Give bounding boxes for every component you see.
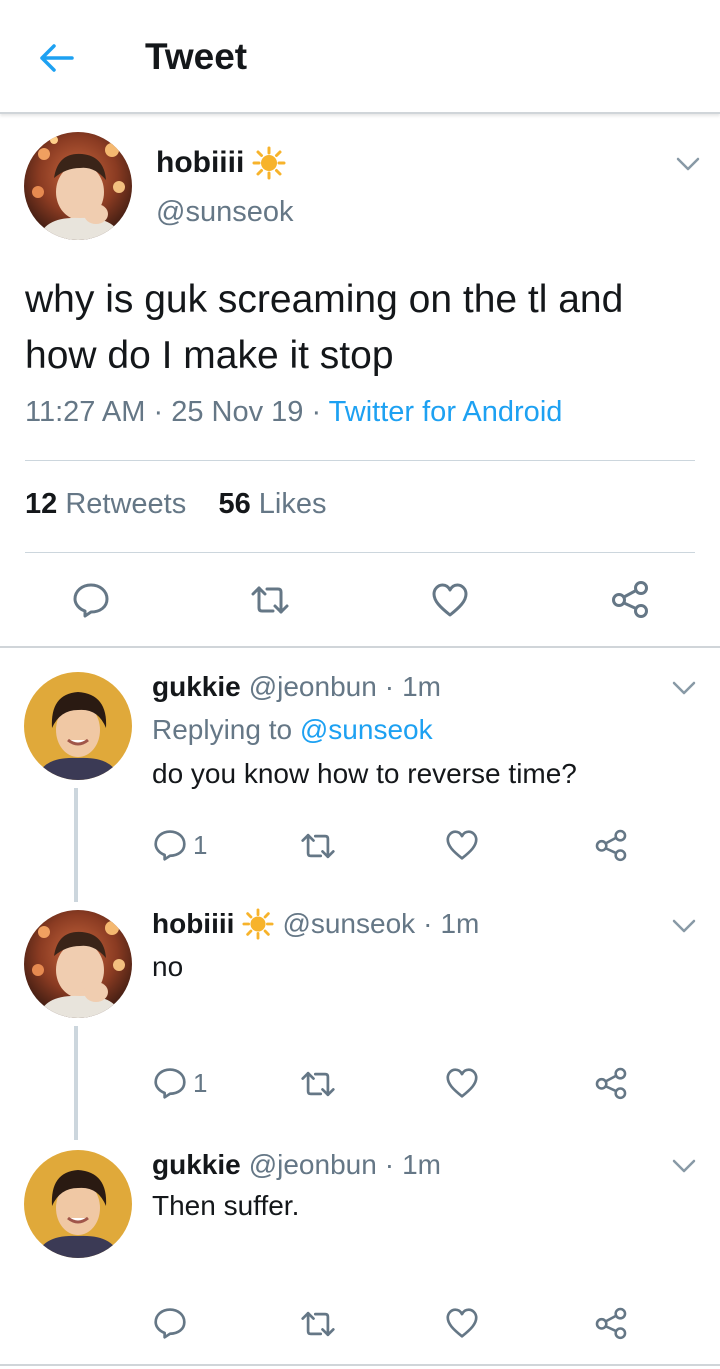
share-button[interactable] <box>594 828 628 862</box>
retweet-icon <box>301 1071 335 1097</box>
share-icon <box>595 1307 627 1340</box>
reply-header: gukkie @jeonbun · 1m <box>152 671 441 703</box>
author-name[interactable]: hobiiii <box>156 146 286 180</box>
reply-time: 1m <box>440 908 480 939</box>
reply-display-name[interactable]: hobiiii <box>152 908 234 940</box>
retweet-icon <box>301 833 335 859</box>
share-button[interactable] <box>594 1066 628 1100</box>
replying-handle-link[interactable]: @sunseok <box>300 714 433 745</box>
like-button[interactable] <box>445 1307 479 1339</box>
likes-stat[interactable]: 56 Likes <box>218 488 326 520</box>
thread-connector <box>74 788 78 902</box>
sun-emoji-icon <box>252 146 286 180</box>
author-display-name[interactable]: hobiiii <box>156 146 244 180</box>
share-button[interactable] <box>610 580 650 618</box>
reply-count: 1 <box>193 829 208 860</box>
sun-emoji-icon <box>242 908 274 940</box>
back-button[interactable] <box>32 36 80 80</box>
reply-icon <box>73 583 109 618</box>
retweet-button[interactable] <box>300 1309 336 1339</box>
reply-time: 1m <box>402 1149 442 1180</box>
meta-separator: · <box>423 908 433 939</box>
reply-header: gukkie @jeonbun · 1m <box>152 1149 441 1181</box>
share-icon <box>612 581 648 618</box>
like-icon <box>446 830 478 860</box>
chevron-down-icon[interactable] <box>671 918 697 934</box>
retweets-label: Retweets <box>65 488 187 520</box>
reply-handle[interactable]: @jeonbun <box>249 671 377 703</box>
tweet-source-link[interactable]: Twitter for Android <box>329 396 563 428</box>
retweets-count: 12 <box>25 488 58 520</box>
retweet-button[interactable] <box>250 584 290 616</box>
reply-icon <box>154 830 186 861</box>
replying-to: Replying to @sunseok <box>152 714 433 746</box>
reply-text: do you know how to reverse time? <box>152 758 577 789</box>
back-arrow-icon <box>40 44 74 72</box>
like-icon <box>446 1068 478 1098</box>
reply-count: 1 <box>193 1067 208 1098</box>
like-button[interactable] <box>445 829 479 861</box>
like-icon <box>432 583 468 617</box>
tweet-text: why is guk screaming on the tl and how d… <box>25 278 624 377</box>
reply-text: Then suffer. <box>152 1190 300 1221</box>
avatar[interactable] <box>24 1150 132 1258</box>
reply-button[interactable] <box>72 581 110 619</box>
tweet-stats: 12 Retweets 56 Likes <box>25 488 326 521</box>
share-icon <box>595 1067 627 1100</box>
section-divider <box>0 646 720 648</box>
thread-connector <box>74 1026 78 1140</box>
reply-display-name[interactable]: gukkie <box>152 671 241 703</box>
page-title: Tweet <box>145 36 248 77</box>
divider <box>25 552 695 553</box>
retweets-stat[interactable]: 12 Retweets <box>25 488 186 520</box>
reply-display-name[interactable]: gukkie <box>152 1149 241 1181</box>
chevron-down-icon[interactable] <box>671 680 697 696</box>
reply-handle[interactable]: @jeonbun <box>249 1149 377 1181</box>
reply-time: 1m <box>402 671 442 702</box>
meta-separator: · <box>311 396 322 428</box>
reply-button[interactable] <box>153 1306 187 1340</box>
avatar[interactable] <box>24 132 132 240</box>
tweet-date: 25 Nov 19 <box>171 396 304 428</box>
avatar[interactable] <box>24 910 132 1018</box>
chevron-down-icon[interactable] <box>671 1158 697 1174</box>
reply-text: no <box>152 951 184 982</box>
reply-icon <box>154 1068 186 1099</box>
meta-separator: · <box>384 671 395 702</box>
reply-handle[interactable]: @sunseok <box>282 908 415 940</box>
likes-label: Likes <box>258 488 327 520</box>
meta-separator: · <box>384 1149 395 1180</box>
like-button[interactable] <box>445 1067 479 1099</box>
retweet-icon <box>251 586 289 614</box>
share-button[interactable] <box>594 1306 628 1340</box>
retweet-button[interactable] <box>300 831 336 861</box>
reply-button[interactable]: 1 <box>153 828 207 862</box>
meta-separator: · <box>153 396 164 428</box>
author-handle[interactable]: @sunseok <box>156 196 293 229</box>
like-button[interactable] <box>431 582 469 618</box>
like-icon <box>446 1308 478 1338</box>
divider <box>25 460 695 461</box>
reply-button[interactable]: 1 <box>153 1066 207 1100</box>
reply-header: hobiiii @sunseok · 1m <box>152 908 479 940</box>
likes-count: 56 <box>218 488 251 520</box>
top-app-bar: Tweet <box>0 0 720 114</box>
retweet-button[interactable] <box>300 1069 336 1099</box>
replying-prefix: Replying to <box>152 714 293 745</box>
tweet-time: 11:27 AM <box>25 396 146 428</box>
chevron-down-icon[interactable] <box>675 156 701 172</box>
reply-icon <box>154 1308 186 1339</box>
tweet-metadata: 11:27 AM · 25 Nov 19 · Twitter for Andro… <box>25 396 562 429</box>
retweet-icon <box>301 1311 335 1337</box>
share-icon <box>595 829 627 862</box>
bottom-divider <box>0 1364 720 1366</box>
avatar[interactable] <box>24 672 132 780</box>
